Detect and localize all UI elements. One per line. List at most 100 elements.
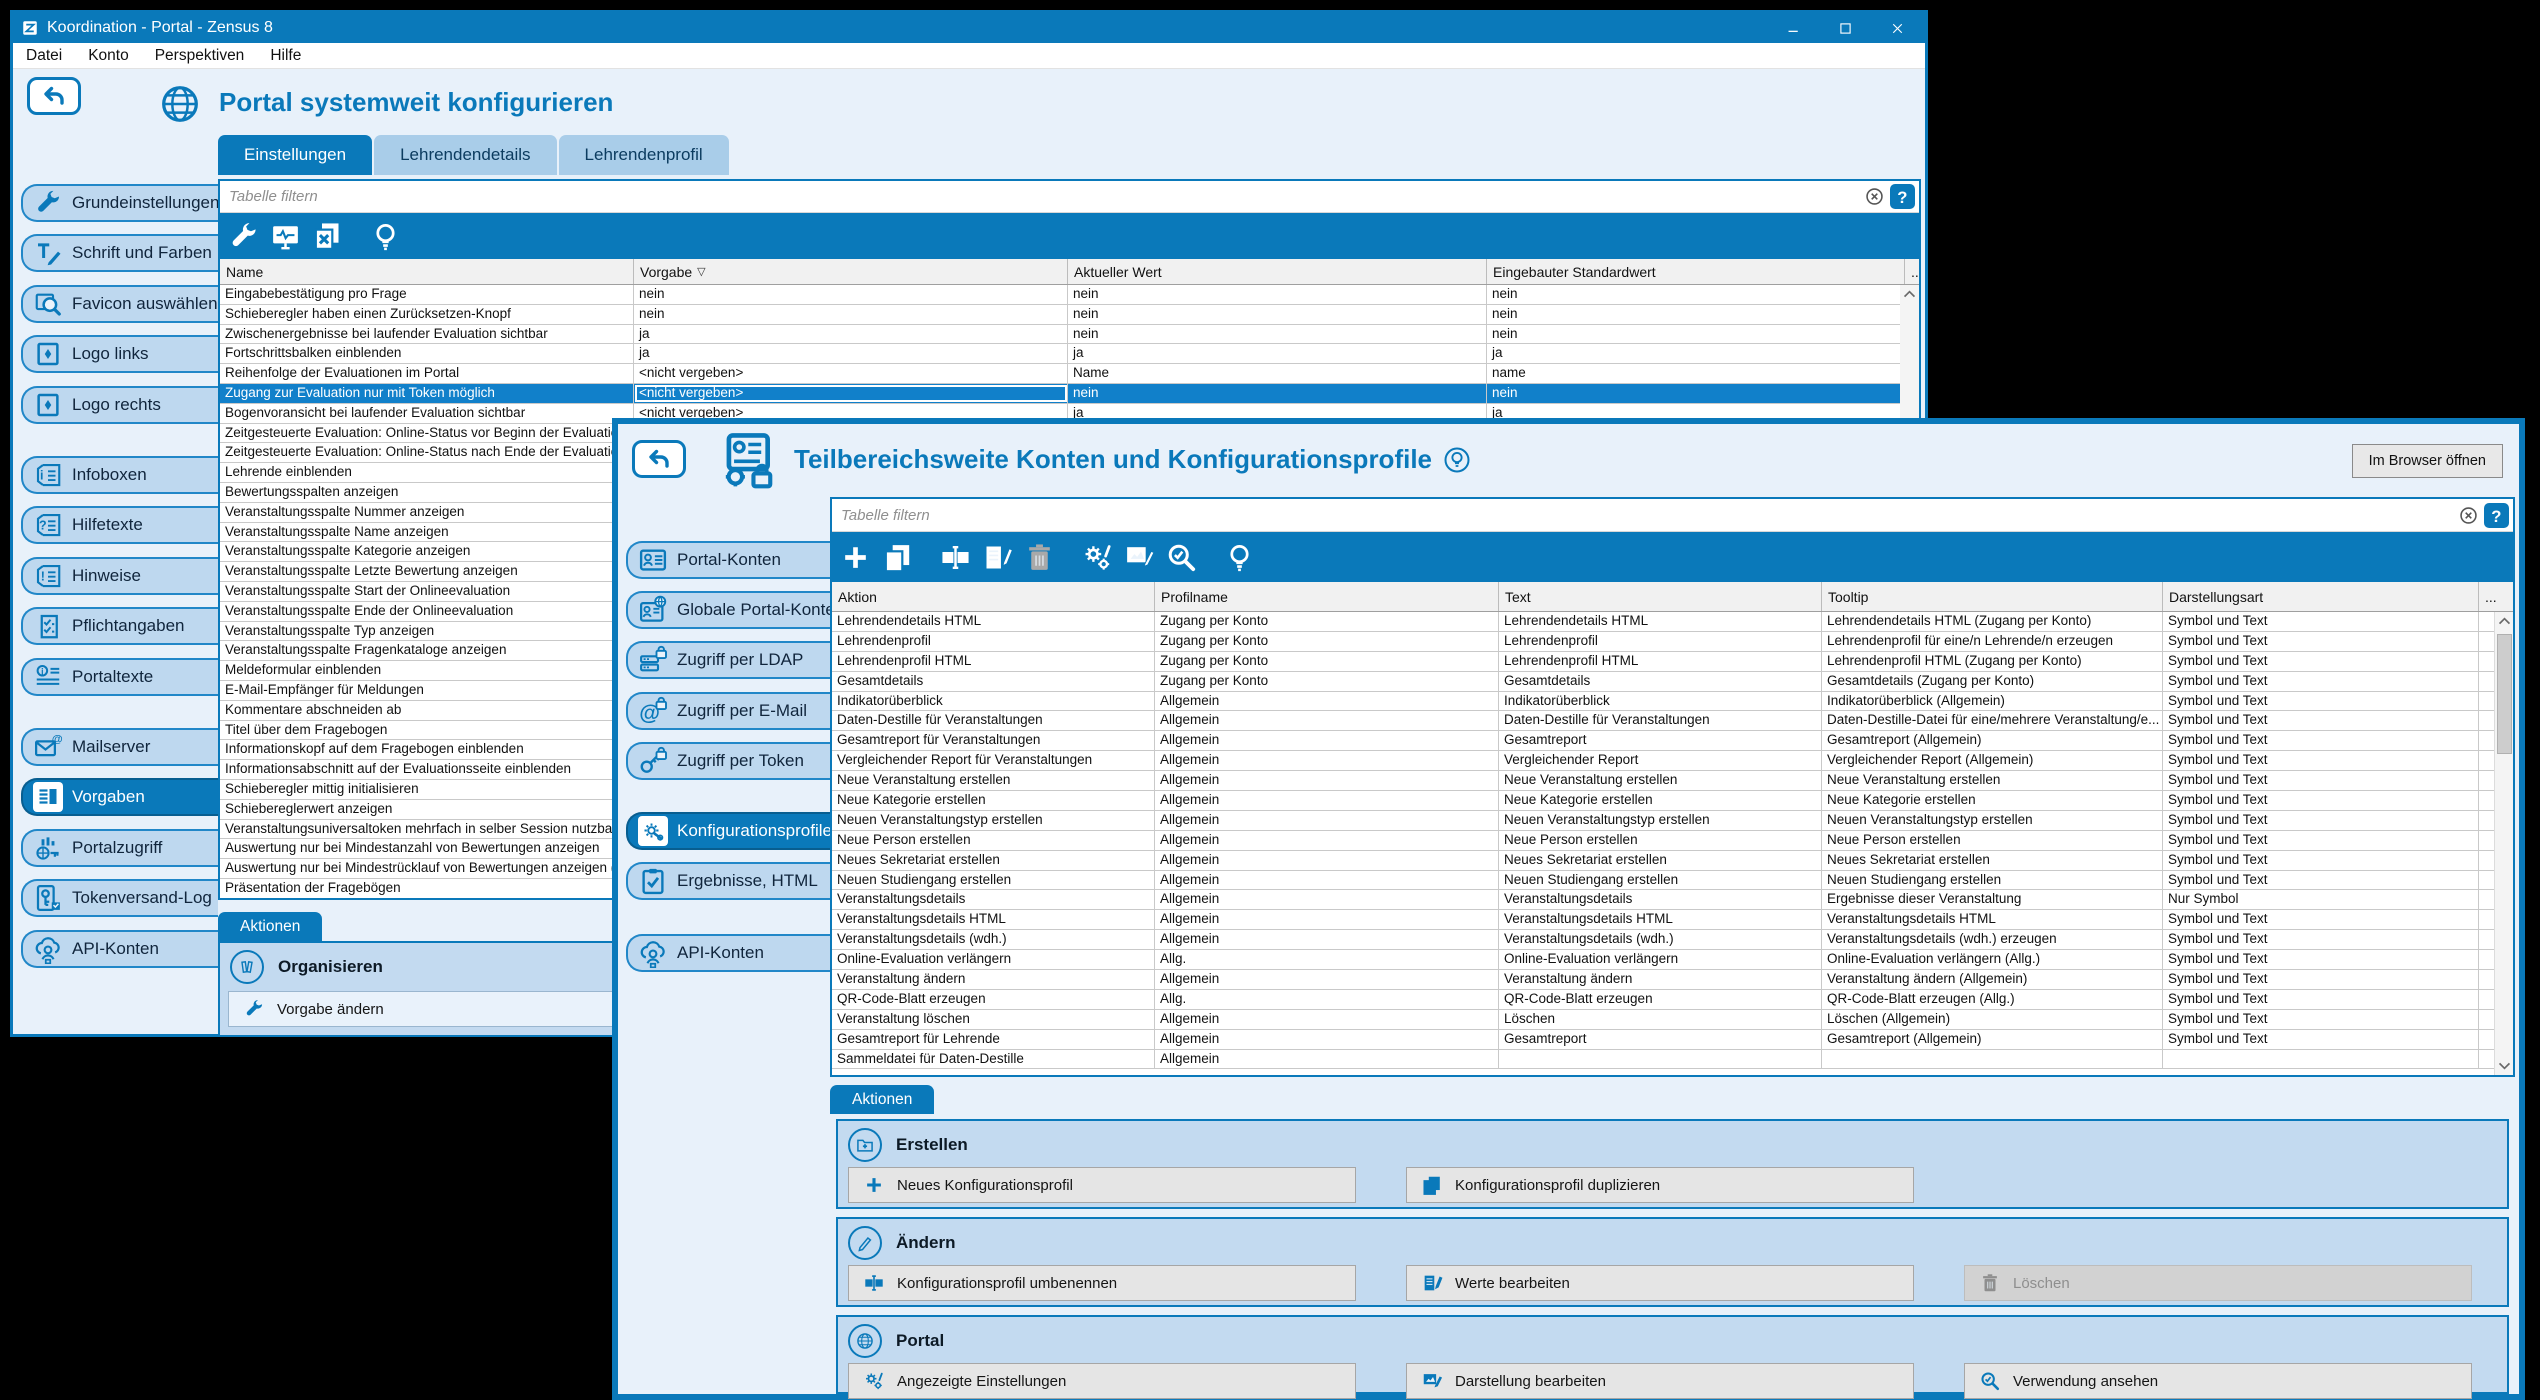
column-header-vorgabe[interactable]: Vorgabe▽	[634, 259, 1068, 284]
sidebar-item-vorgaben[interactable]: Vorgaben	[21, 778, 218, 816]
hint-toolbar-icon[interactable]	[1223, 541, 1256, 574]
hint-bulb-icon[interactable]	[1442, 445, 1472, 475]
sidebar-item-portal-konten[interactable]: Portal-Konten	[626, 541, 830, 579]
table-row[interactable]: Schieberegler haben einen Zurücksetzen-K…	[220, 305, 1919, 325]
scroll-up-icon[interactable]	[2496, 613, 2513, 630]
werte-bearbeiten-button[interactable]: Werte bearbeiten	[1406, 1265, 1914, 1301]
darstellung-bearbeiten-button[interactable]: Darstellung bearbeiten	[1406, 1363, 1914, 1399]
sidebar-item-pflichtangaben[interactable]: Pflichtangaben	[21, 607, 218, 645]
menu-item-datei[interactable]: Datei	[13, 47, 75, 65]
table-row[interactable]: Neue Veranstaltung erstellenAllgemeinNeu…	[832, 771, 2513, 791]
close-button[interactable]	[1871, 13, 1923, 43]
scroll-down-icon[interactable]	[2496, 1057, 2513, 1074]
filter-bar[interactable]: Tabelle filtern ?	[832, 499, 2513, 532]
view-usage-toolbar-icon[interactable]	[1165, 541, 1198, 574]
table-row[interactable]: Neuen Studiengang erstellenAllgemeinNeue…	[832, 871, 2513, 891]
minimize-button[interactable]	[1767, 13, 1819, 43]
sidebar-item-tokenversand-log[interactable]: Tokenversand-Log	[21, 879, 218, 917]
tab-einstellungen[interactable]: Einstellungen	[218, 135, 372, 175]
actions-tab[interactable]: Aktionen	[830, 1085, 934, 1114]
help-icon[interactable]: ?	[1890, 184, 1915, 209]
table-row[interactable]: Online-Evaluation verlängernAllg.Online-…	[832, 950, 2513, 970]
table-row[interactable]: Fortschrittsbalken einblendenjajaja	[220, 344, 1919, 364]
table-row[interactable]: Neues Sekretariat erstellenAllgemeinNeue…	[832, 851, 2513, 871]
table-row[interactable]: Gesamtreport für VeranstaltungenAllgemei…	[832, 731, 2513, 751]
angezeigte-einstellungen-button[interactable]: Angezeigte Einstellungen	[848, 1363, 1356, 1399]
sidebar-item-hilfetexte[interactable]: ?Hilfetexte	[21, 506, 218, 544]
sidebar-item-api-konten[interactable]: API-Konten	[21, 930, 218, 968]
table-row[interactable]: Veranstaltung ändernAllgemeinVeranstaltu…	[832, 970, 2513, 990]
sidebar-item-zugriff-per-e-mail[interactable]: @Zugriff per E-Mail	[626, 692, 830, 730]
menu-item-konto[interactable]: Konto	[75, 47, 142, 65]
sidebar-item-ergebnisse-html[interactable]: Ergebnisse, HTML	[626, 862, 830, 900]
sidebar-item-infoboxen[interactable]: iInfoboxen	[21, 456, 218, 494]
table-row[interactable]: Neue Kategorie erstellenAllgemeinNeue Ka…	[832, 791, 2513, 811]
table-row[interactable]: Zugang zur Evaluation nur mit Token mögl…	[220, 384, 1919, 404]
hint-toolbar-icon[interactable]	[369, 220, 402, 253]
sidebar-item-api-konten[interactable]: API-Konten	[626, 934, 830, 972]
open-in-browser-button[interactable]: Im Browser öffnen	[2352, 444, 2503, 478]
sidebar-item-konfigurationsprofile[interactable]: Konfigurationsprofile	[626, 812, 830, 850]
back-titlebar[interactable]: Koordination - Portal - Zensus 8	[13, 13, 1925, 43]
table-row[interactable]: Eingabebestätigung pro Frageneinneinnein	[220, 285, 1919, 305]
table-row[interactable]: Gesamtreport für LehrendeAllgemeinGesamt…	[832, 1030, 2513, 1050]
tab-lehrendenprofil[interactable]: Lehrendenprofil	[559, 135, 729, 175]
sidebar-item-logo-links[interactable]: Logo links	[21, 335, 218, 373]
scroll-up-icon[interactable]	[1901, 286, 1918, 303]
sidebar-item-zugriff-per-token[interactable]: Zugriff per Token	[626, 742, 830, 780]
neues-konfigurationsprofil-button[interactable]: Neues Konfigurationsprofil	[848, 1167, 1356, 1203]
back-button[interactable]	[27, 77, 81, 115]
konfigurationsprofil-duplizieren-button[interactable]: Konfigurationsprofil duplizieren	[1406, 1167, 1914, 1203]
table-row[interactable]: QR-Code-Blatt erzeugenAllg.QR-Code-Blatt…	[832, 990, 2513, 1010]
table-row[interactable]: Lehrendendetails HTMLZugang per KontoLeh…	[832, 612, 2513, 632]
clear-filter-icon[interactable]	[2458, 505, 2479, 526]
table-row[interactable]: Reihenfolge der Evaluationen im Portal<n…	[220, 364, 1919, 384]
rename-profile-toolbar-icon[interactable]	[939, 541, 972, 574]
sidebar-item-hinweise[interactable]: !Hinweise	[21, 557, 218, 595]
new-profile-toolbar-icon[interactable]	[839, 541, 872, 574]
column-header-text[interactable]: Text	[1499, 582, 1822, 611]
table-row[interactable]: Lehrendenprofil HTMLZugang per KontoLehr…	[832, 652, 2513, 672]
verwendung-ansehen-button[interactable]: Verwendung ansehen	[1964, 1363, 2472, 1399]
shown-settings-toolbar-icon[interactable]	[1081, 541, 1114, 574]
table-row[interactable]: Neuen Veranstaltungstyp erstellenAllgeme…	[832, 811, 2513, 831]
sidebar-item-mailserver[interactable]: @Mailserver	[21, 728, 218, 766]
column-header-tooltip[interactable]: Tooltip	[1822, 582, 2163, 611]
column-header-aktueller-wert[interactable]: Aktueller Wert	[1068, 259, 1487, 284]
clear-filter-icon[interactable]	[1864, 186, 1885, 207]
table-row[interactable]: VeranstaltungsdetailsAllgemeinVeranstalt…	[832, 890, 2513, 910]
table-row[interactable]: Veranstaltungsdetails HTMLAllgemeinVeran…	[832, 910, 2513, 930]
tab-lehrendendetails[interactable]: Lehrendendetails	[374, 135, 556, 175]
column-header-profilname[interactable]: Profilname	[1155, 582, 1499, 611]
change-default-toolbar-icon[interactable]	[227, 220, 260, 253]
column-header-more[interactable]: ...	[2479, 582, 2497, 611]
table-row[interactable]: Sammeldatei für Daten-DestilleAllgemein	[832, 1050, 2513, 1070]
table-row[interactable]: Vergleichender Report für Veranstaltunge…	[832, 751, 2513, 771]
table-row[interactable]: Daten-Destille für VeranstaltungenAllgem…	[832, 711, 2513, 731]
table-row[interactable]: Veranstaltungsdetails (wdh.)AllgemeinVer…	[832, 930, 2513, 950]
column-header-name[interactable]: Name	[220, 259, 634, 284]
menu-item-hilfe[interactable]: Hilfe	[257, 47, 314, 65]
column-header-darstellungsart[interactable]: Darstellungsart	[2163, 582, 2479, 611]
reset-value-toolbar-icon[interactable]	[269, 220, 302, 253]
sidebar-item-grundeinstellungen[interactable]: Grundeinstellungen	[21, 184, 218, 222]
duplicate-profile-toolbar-icon[interactable]	[881, 541, 914, 574]
remove-copies-toolbar-icon[interactable]	[311, 220, 344, 253]
column-header-more[interactable]: ...	[1905, 259, 1921, 284]
sidebar-item-zugriff-per-ldap[interactable]: Zugriff per LDAP	[626, 641, 830, 679]
filter-bar[interactable]: Tabelle filtern ?	[220, 181, 1919, 213]
scroll-thumb[interactable]	[2497, 634, 2512, 754]
table-row[interactable]: Zwischenergebnisse bei laufender Evaluat…	[220, 325, 1919, 345]
sidebar-item-globale-portal-konten[interactable]: Globale Portal-Konten	[626, 591, 830, 629]
sidebar-item-portalzugriff[interactable]: Portalzugriff	[21, 829, 218, 867]
column-header-aktion[interactable]: Aktion	[832, 582, 1155, 611]
table-row[interactable]: Veranstaltung löschenAllgemeinLöschenLös…	[832, 1010, 2513, 1030]
sidebar-item-schrift-und-farben[interactable]: Schrift und Farben	[21, 234, 218, 272]
edit-values-toolbar-icon[interactable]	[981, 541, 1014, 574]
menu-item-perspektiven[interactable]: Perspektiven	[142, 47, 258, 65]
table-row[interactable]: Neue Person erstellenAllgemeinNeue Perso…	[832, 831, 2513, 851]
table-row[interactable]: GesamtdetailsZugang per KontoGesamtdetai…	[832, 672, 2513, 692]
front-table-scrollbar[interactable]	[2494, 612, 2513, 1075]
edit-display-toolbar-icon[interactable]	[1123, 541, 1156, 574]
maximize-button[interactable]	[1819, 13, 1871, 43]
